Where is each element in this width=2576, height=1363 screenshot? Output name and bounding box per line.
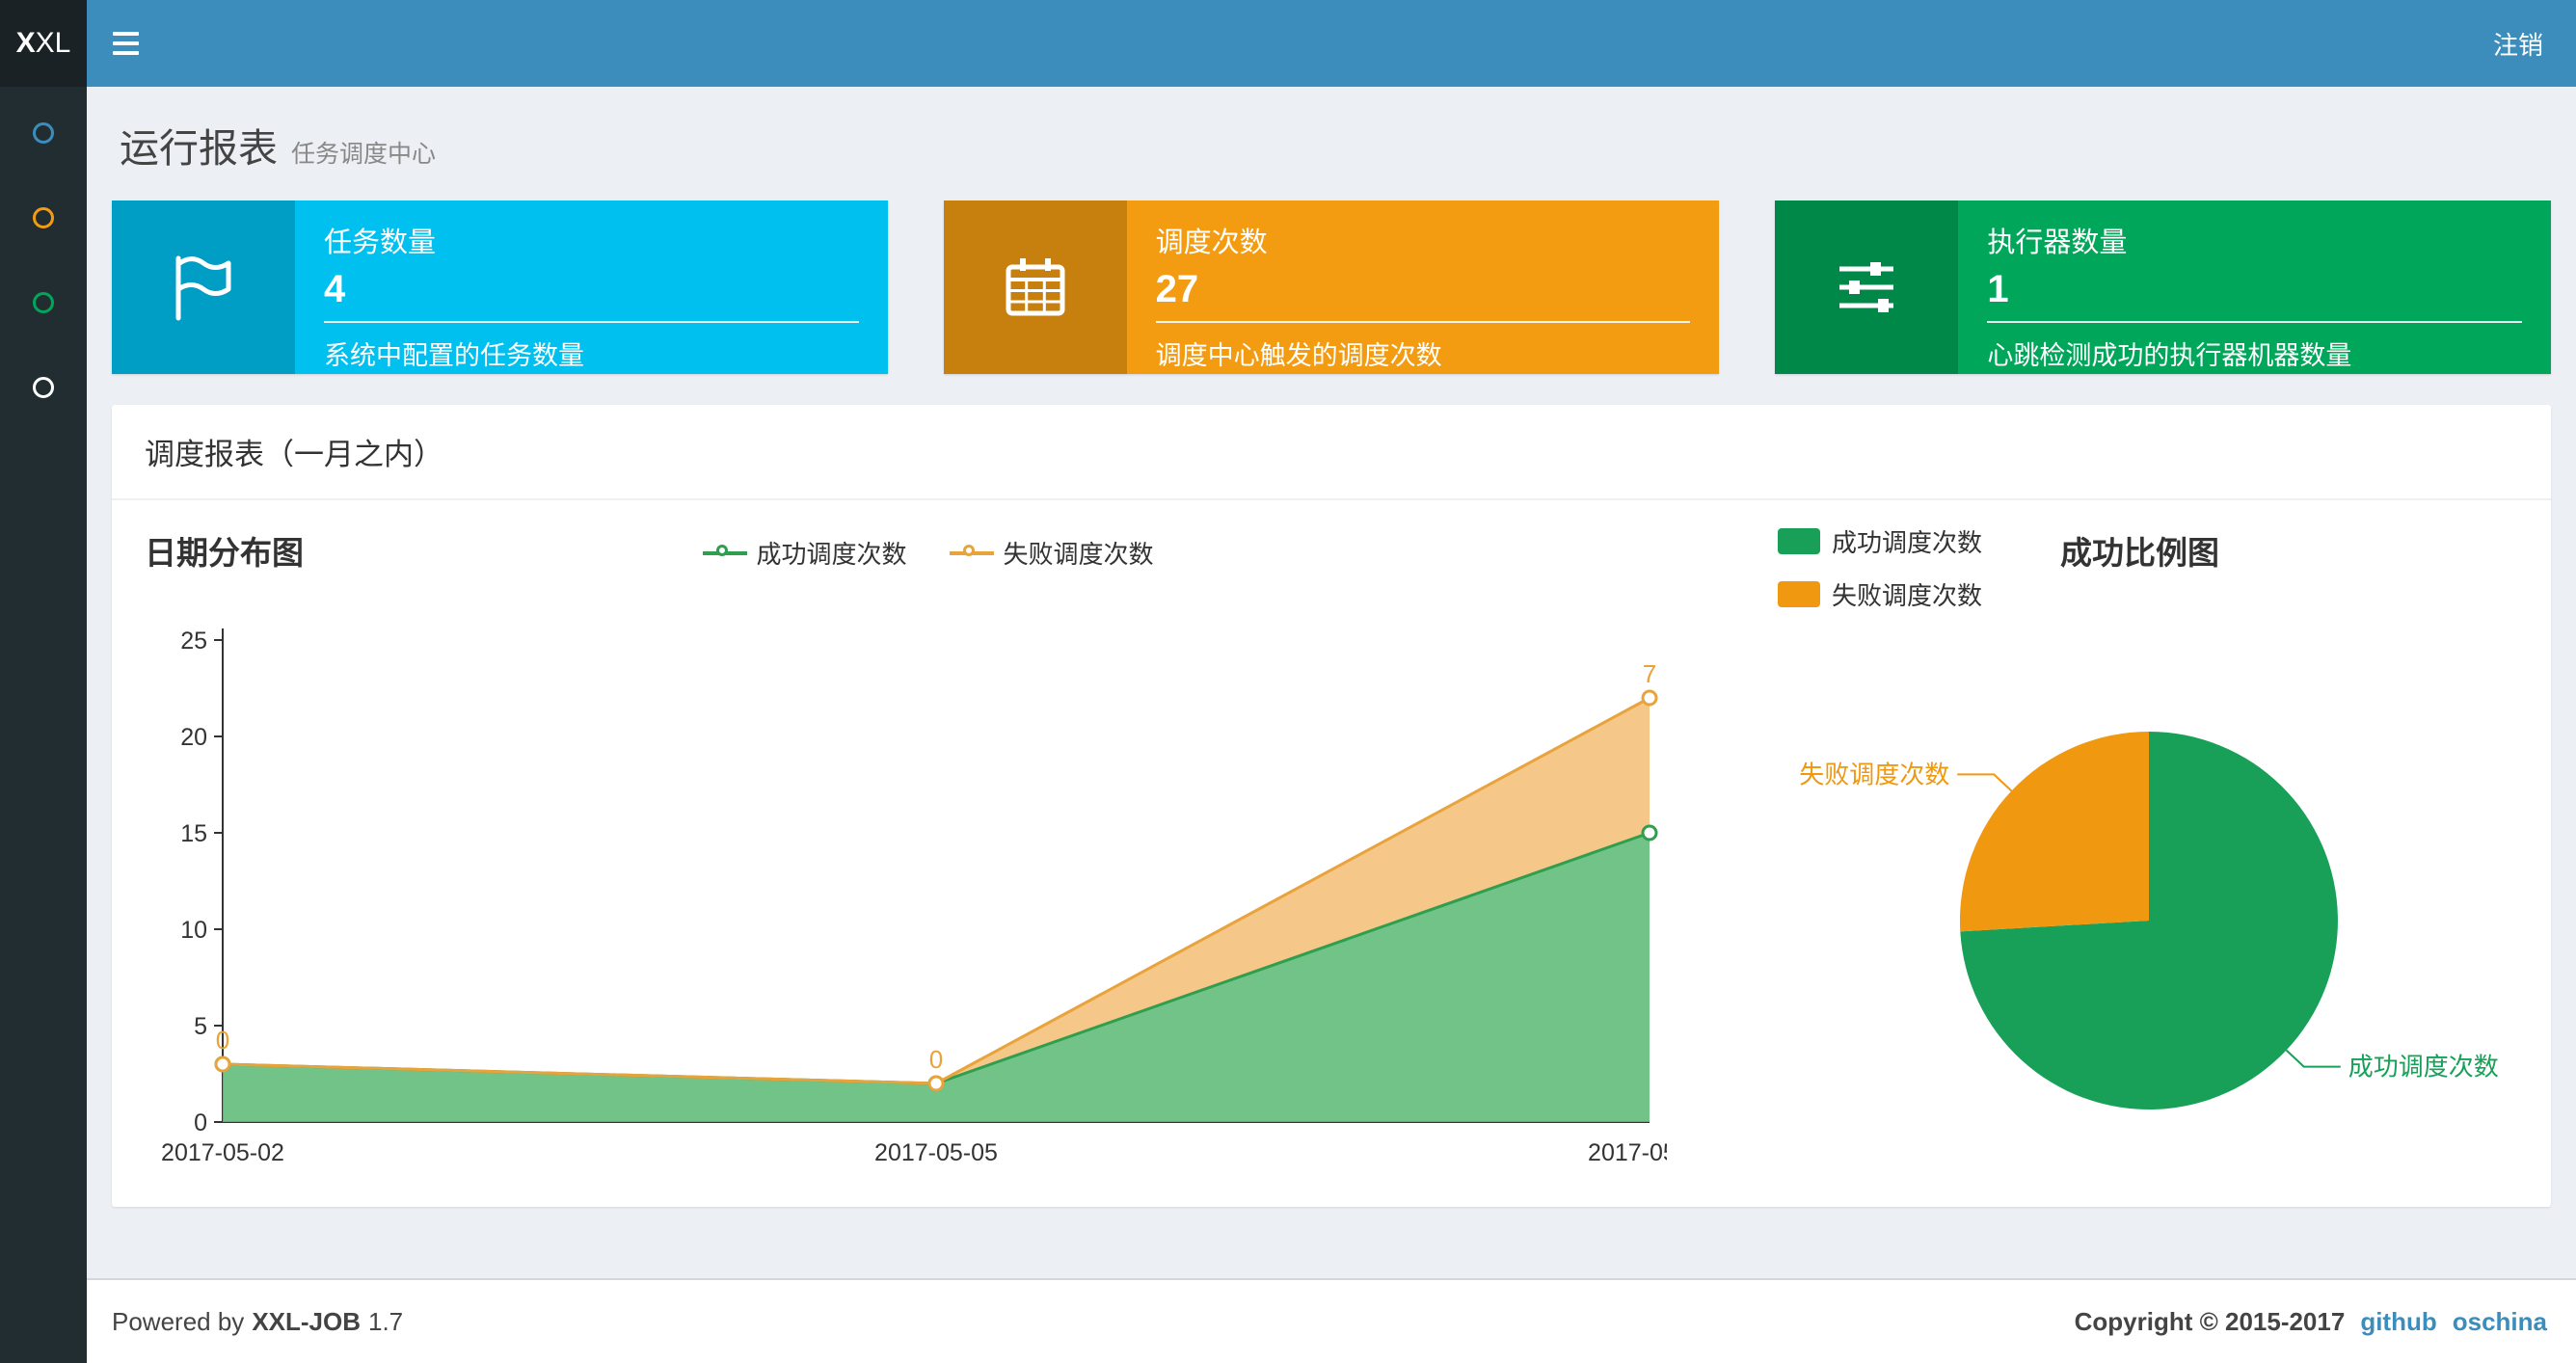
hamburger-icon	[112, 41, 139, 45]
svg-text:10: 10	[180, 917, 207, 944]
svg-text:成功调度次数: 成功调度次数	[2348, 1053, 2499, 1082]
line-chart-title: 日期分布图	[145, 535, 304, 571]
info-box-title: 调度次数	[1155, 227, 1268, 258]
page-subtitle: 任务调度中心	[291, 141, 437, 168]
svg-text:20: 20	[180, 724, 207, 751]
logout-link[interactable]: 注销	[2460, 0, 2576, 87]
sliders-icon	[1775, 200, 1959, 374]
copyright-text: Copyright © 2015-2017	[2074, 1306, 2346, 1336]
main-layout: 运行报表 任务调度中心 任务数量 4 系统中配置的任务数量 调度次数 27 调度…	[0, 87, 2576, 1363]
svg-text:7: 7	[1643, 659, 1656, 688]
line-circle-marker-icon	[949, 542, 994, 565]
version: 1.7	[368, 1306, 404, 1336]
app-logo-bold: X	[15, 27, 36, 59]
info-box-description: 调度中心触发的调度次数	[1155, 341, 1442, 370]
divider	[1987, 321, 2523, 323]
hamburger-icon	[112, 51, 139, 55]
github-link[interactable]: github	[2360, 1307, 2436, 1337]
info-box-value: 1	[1987, 268, 2009, 310]
calendar-icon	[943, 200, 1127, 374]
svg-text:25: 25	[180, 628, 207, 655]
divider	[324, 321, 859, 323]
success-ratio-section: 成功调度次数 失败调度次数 成功比例图 成功调度次数 失败调度次数	[1667, 500, 2551, 1207]
svg-text:2017-05-02: 2017-05-02	[161, 1139, 284, 1166]
navbar-main: 注销	[87, 0, 2576, 87]
line-circle-marker-icon	[702, 542, 747, 565]
top-navbar: X XL 注销	[0, 0, 2576, 87]
svg-text:0: 0	[194, 1109, 207, 1136]
divider	[1155, 321, 1691, 323]
oschina-link[interactable]: oschina	[2453, 1307, 2547, 1337]
line-chart-legend: 成功调度次数 失败调度次数	[702, 535, 1154, 571]
app-logo-rest: XL	[35, 27, 71, 59]
success-ratio-chart: 成功调度次数 失败调度次数	[1799, 732, 2499, 1109]
info-box-title: 执行器数量	[1987, 227, 2128, 258]
page-title: 运行报表	[120, 126, 278, 171]
info-box-jobs: 任务数量 4 系统中配置的任务数量	[112, 200, 888, 374]
info-box-value: 27	[1155, 268, 1199, 310]
legend-item-success[interactable]: 成功调度次数	[702, 535, 907, 571]
legend-item-fail[interactable]: 失败调度次数	[949, 535, 1154, 571]
info-box-body: 执行器数量 1 心跳检测成功的执行器机器数量	[1958, 200, 2551, 374]
info-box-triggers: 调度次数 27 调度中心触发的调度次数	[943, 200, 1720, 374]
sidebar-item-4[interactable]	[33, 377, 54, 398]
legend-label: 成功调度次数	[756, 540, 907, 569]
sidebar-toggle-button[interactable]	[87, 0, 164, 87]
info-box-title: 任务数量	[324, 227, 437, 258]
sidebar-item-2[interactable]	[33, 207, 54, 228]
svg-text:0: 0	[216, 1026, 229, 1055]
date-distribution-section: 日期分布图 成功调度次数 失败调度次数 0 5 10 15 20 25 2017…	[112, 500, 1667, 1207]
svg-text:5: 5	[194, 1013, 207, 1040]
info-box-body: 调度次数 27 调度中心触发的调度次数	[1127, 200, 1720, 374]
date-distribution-chart: 05101520252017-05-022017-05-052017-05-08…	[161, 628, 1667, 1166]
content-area: 运行报表 任务调度中心 任务数量 4 系统中配置的任务数量 调度次数 27 调度…	[87, 87, 2576, 1363]
info-box-body: 任务数量 4 系统中配置的任务数量	[295, 200, 888, 374]
info-box-description: 心跳检测成功的执行器机器数量	[1987, 341, 2352, 370]
info-box-description: 系统中配置的任务数量	[324, 341, 584, 370]
page-header: 运行报表 任务调度中心	[87, 87, 2576, 200]
svg-text:2017-05-08: 2017-05-08	[1588, 1139, 1667, 1166]
info-box-executors: 执行器数量 1 心跳检测成功的执行器机器数量	[1775, 200, 2552, 374]
svg-text:2017-05-05: 2017-05-05	[874, 1139, 998, 1166]
legend-label: 失败调度次数	[1003, 540, 1154, 569]
sidebar	[0, 87, 87, 1363]
flag-icon	[112, 200, 295, 374]
info-box-value: 4	[324, 268, 346, 310]
footer-powered-by: Powered by XXL-JOB 1.7	[112, 1307, 403, 1337]
powered-prefix: Powered by	[112, 1306, 245, 1336]
brand-name: XXL-JOB	[252, 1306, 361, 1336]
hamburger-icon	[112, 32, 139, 36]
report-panel: 调度报表（一月之内） 日期分布图 成功调度次数 失败调度次数 0 5 10 15…	[112, 405, 2551, 1207]
footer: Powered by XXL-JOB 1.7 Copyright © 2015-…	[87, 1278, 2576, 1363]
sidebar-item-3[interactable]	[33, 292, 54, 313]
report-panel-title: 调度报表（一月之内）	[112, 405, 2551, 500]
sidebar-item-1[interactable]	[33, 122, 54, 144]
footer-copyright: Copyright © 2015-2017 github oschina	[2075, 1307, 2547, 1337]
svg-text:15: 15	[180, 820, 207, 847]
svg-text:失败调度次数: 失败调度次数	[1799, 760, 1949, 788]
summary-boxes: 任务数量 4 系统中配置的任务数量 调度次数 27 调度中心触发的调度次数 执行…	[87, 200, 2576, 374]
app-logo[interactable]: X XL	[0, 0, 87, 87]
report-panel-body: 日期分布图 成功调度次数 失败调度次数 0 5 10 15 20 25 2017…	[112, 500, 2551, 1207]
svg-text:0: 0	[929, 1045, 943, 1074]
